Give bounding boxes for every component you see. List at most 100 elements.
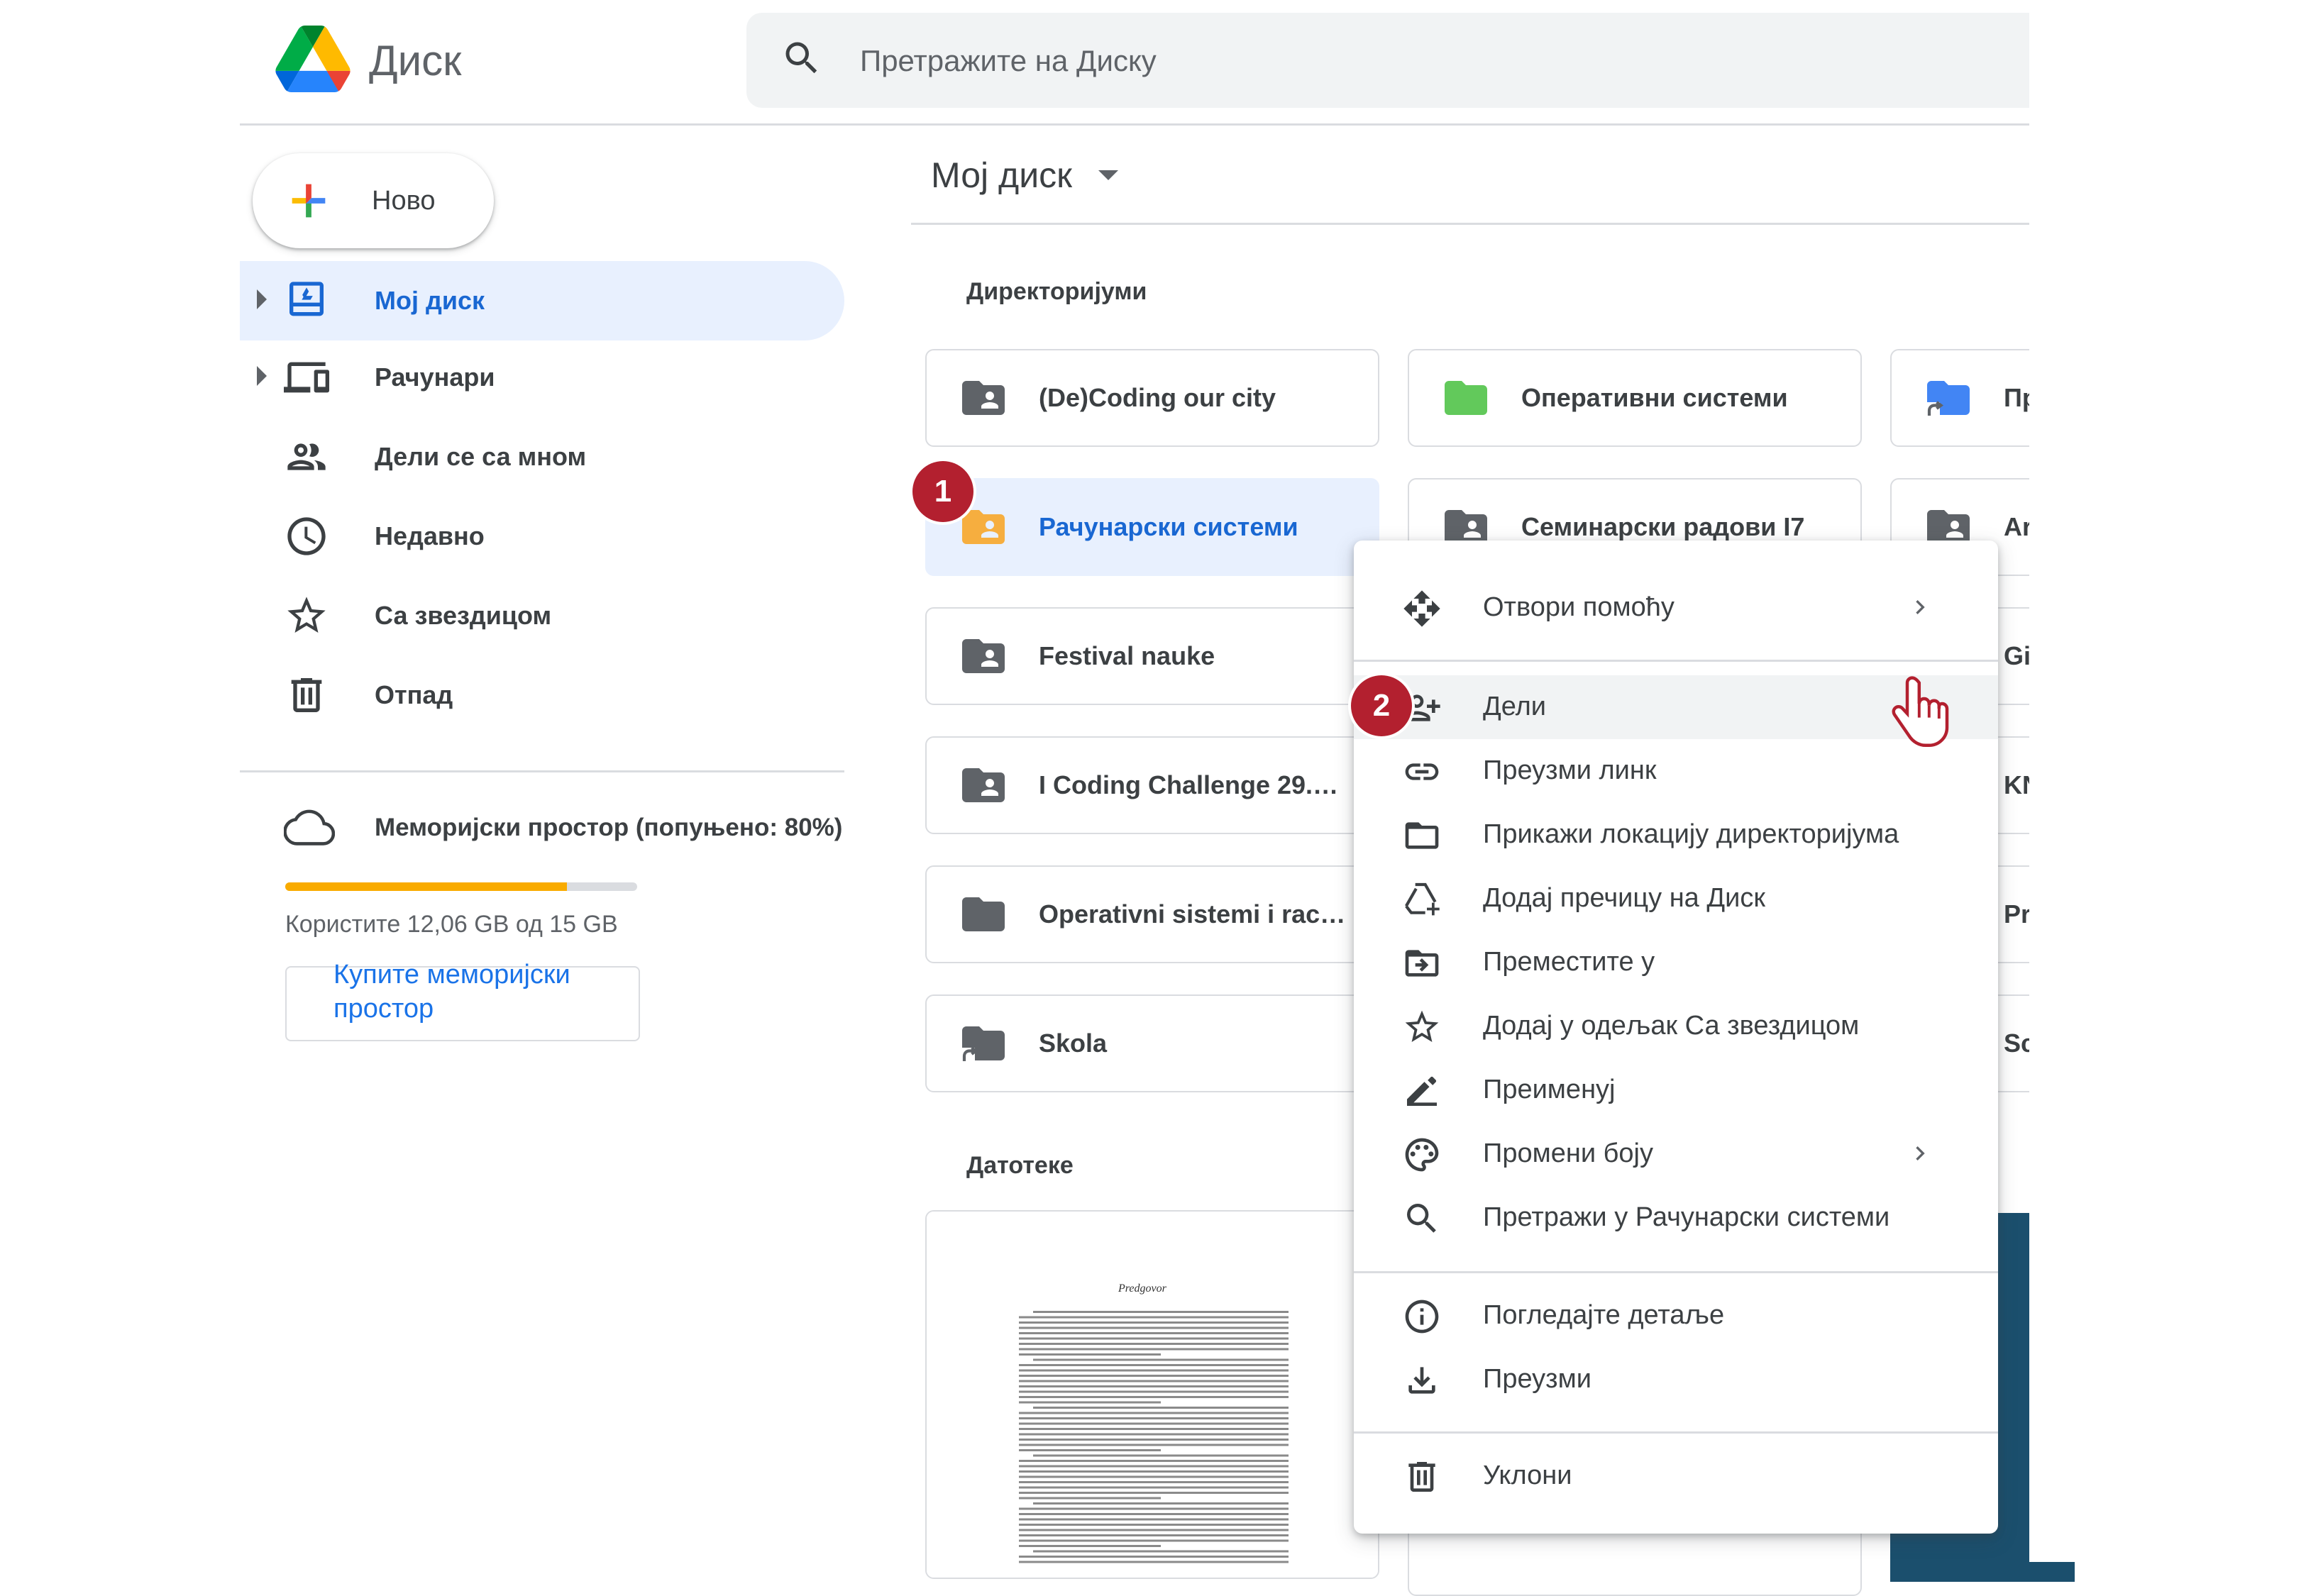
file-thumbnail: Predgovor [927,1212,1378,1578]
menu-separator [1354,1431,1998,1434]
folder-outline-icon [1405,822,1439,849]
search-icon[interactable] [780,37,823,79]
document-text-line [1019,1460,1289,1462]
sidebar-item-computers[interactable]: Рачунари [240,338,844,417]
sidebar-item-starred[interactable]: Са звездицом [240,576,844,655]
document-text-line [1019,1449,1161,1451]
sidebar-item-shared-with-me[interactable]: Дели се са мном [240,417,844,497]
document-text-line [1019,1439,1289,1441]
document-text-line [1019,1513,1289,1515]
menu-item-label: Преименуј [1483,1075,1616,1104]
move-to-icon [1405,950,1439,977]
menu-item-view-details[interactable]: Погледајте детаље [1354,1284,1998,1348]
folder-card[interactable]: I Coding Challenge 29.11... [925,736,1379,834]
document-text-line [1019,1353,1161,1356]
menu-item-show-folder-location[interactable]: Прикажи локацију директоријума [1354,803,1998,867]
search-input[interactable] [859,20,1997,102]
menu-item-label: Преузми линк [1483,755,1657,785]
folder-name: I Coding Challenge 29.11... [1039,770,1351,799]
document-text-line [1019,1518,1289,1521]
sidebar-item-label: Недавно [375,521,485,550]
menu-item-label: Уклони [1483,1461,1572,1490]
document-text-line [1019,1326,1289,1329]
palette-icon [1405,1138,1439,1172]
add-shortcut-icon [1405,882,1440,916]
open-with-icon [1403,590,1440,627]
document-text-line [1019,1343,1289,1345]
document-text-line [1033,1358,1289,1361]
document-text-line [1019,1492,1289,1494]
folders-section-title: Директоријуми [966,278,1147,305]
page-margin [2029,0,2306,1562]
breadcrumb[interactable]: Мој диск [931,150,1072,200]
folder-shortcut-icon [962,1026,1005,1061]
document-text-line [1019,1481,1289,1483]
download-icon [1408,1367,1435,1394]
buy-storage-button[interactable]: Купите меморијски простор [285,960,640,1041]
storage-title: Меморијски простор (попуњено: 80%) [375,814,843,841]
cloud-icon [284,809,335,846]
sidebar-item-recent[interactable]: Недавно [240,497,844,576]
menu-item-add-shortcut[interactable]: Додај пречицу на Диск [1354,867,1998,931]
sidebar-item-my-drive[interactable]: Мој диск [240,261,844,340]
folder-card[interactable]: Operativni sistemi i racun... [925,865,1379,963]
file-card[interactable]: Predgovor [925,1210,1379,1579]
document-text-line [1019,1412,1289,1414]
document-text-line [1019,1524,1289,1526]
folder-card[interactable]: Оперативни системи [1408,349,1862,447]
menu-item-open-with[interactable]: Отвори помоћу [1354,576,1998,640]
folder-card[interactable]: Skola [925,994,1379,1092]
menu-item-add-to-starred[interactable]: Додај у одељак Са звездицом [1354,994,1998,1058]
folder-name: (De)Coding our city [1039,383,1276,412]
document-text-line [1019,1433,1289,1436]
main-divider [911,223,2029,225]
menu-item-move-to[interactable]: Преместите у [1354,931,1998,994]
search-icon [1407,1204,1436,1233]
menu-item-search-within[interactable]: Претражи у Рачунарски системи [1354,1186,1998,1250]
storage-progress-fill [285,882,567,891]
folder-name: Рачунарски системи [1039,512,1298,541]
shared-folder-icon [962,381,1005,415]
folder-card[interactable]: Festival nauke [925,607,1379,705]
menu-item-label: Промени боју [1483,1138,1653,1168]
expand-arrow-icon[interactable] [257,289,267,309]
shared-with-me-icon [287,443,326,470]
document-text-line [1019,1561,1289,1563]
shared-folder-icon [962,510,1005,544]
folder-name: Operativni sistemi i racun... [1039,899,1351,929]
folder-card[interactable]: Рачунарски системи [925,478,1379,576]
shared-folder-icon [1445,510,1487,544]
menu-item-label: Преузми [1483,1364,1591,1394]
drive-logo-icon[interactable] [275,26,351,92]
menu-item-change-color[interactable]: Промени боју [1354,1122,1998,1186]
expand-arrow-icon[interactable] [257,366,267,386]
trash-icon [291,678,322,712]
my-drive-icon [289,282,324,316]
document-text-line [1019,1369,1289,1372]
menu-item-remove[interactable]: Уклони [1354,1444,1998,1508]
sidebar-item-trash[interactable]: Отпад [240,655,844,735]
document-text-line [1019,1529,1289,1531]
document-text-line [1033,1454,1289,1457]
buy-storage-label: Купите меморијски простор [333,960,570,1024]
document-text-line [1019,1539,1289,1542]
computers-icon [284,362,329,393]
chevron-down-icon[interactable] [1098,170,1118,180]
menu-item-download[interactable]: Преузми [1354,1348,1998,1412]
sidebar-divider [240,770,844,772]
menu-item-rename[interactable]: Преименуј [1354,1058,1998,1122]
document-text-line [1019,1545,1161,1547]
menu-separator [1354,1271,1998,1273]
document-text-line [1019,1507,1289,1510]
sidebar-item-label: Са звездицом [375,601,552,630]
folder-card[interactable]: (De)Coding our city [925,349,1379,447]
document-text-line [1019,1497,1161,1500]
menu-separator [1354,660,1998,662]
document-text-line [1019,1443,1289,1446]
menu-item-label: Отвори помоћу [1483,592,1675,622]
folder-icon [962,897,1005,931]
menu-item-label: Додај пречицу на Диск [1483,883,1765,913]
step-callout-1: 1 [912,461,973,522]
trash-icon [1408,1462,1435,1492]
document-text-lines [1019,1311,1289,1563]
